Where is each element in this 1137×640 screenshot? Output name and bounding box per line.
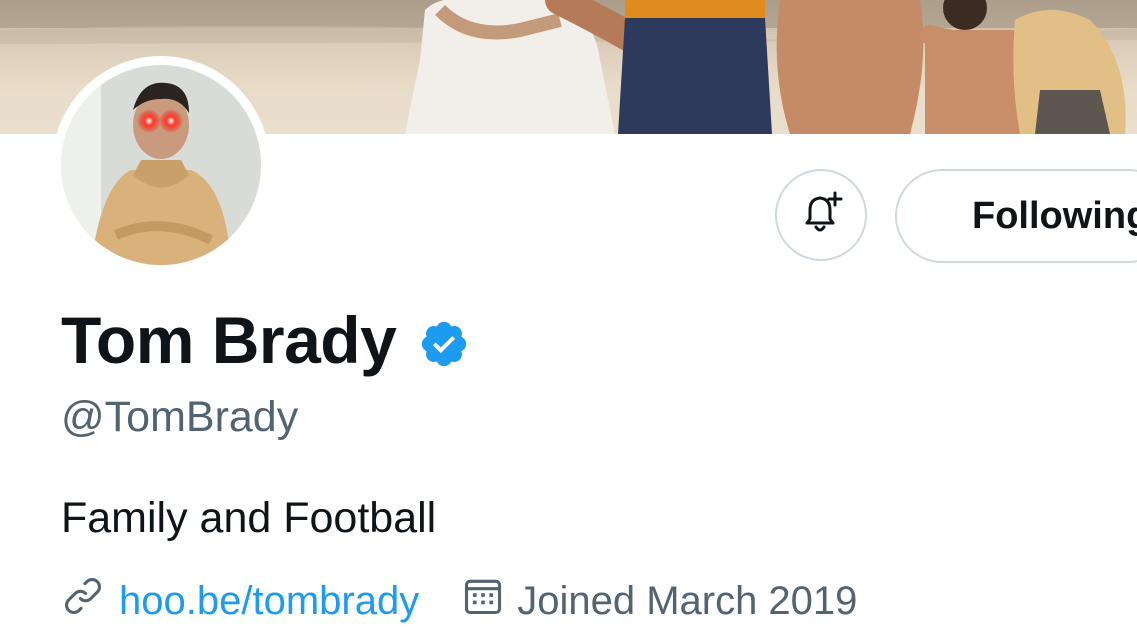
joined-date: Joined March 2019	[517, 578, 858, 623]
profile-handle: @TomBrady	[61, 393, 299, 441]
following-button-label: Following	[972, 195, 1137, 237]
profile-meta: hoo.be/tombrady Joined March 2019	[61, 576, 899, 626]
notifications-button[interactable]	[775, 169, 867, 261]
profile-name-row: Tom Brady	[61, 302, 470, 378]
calendar-icon	[461, 574, 505, 628]
verified-badge-icon[interactable]	[418, 318, 470, 370]
following-button[interactable]: Following	[895, 169, 1137, 263]
link-icon	[61, 574, 105, 628]
joined-item: Joined March 2019	[461, 574, 857, 628]
website-link[interactable]: hoo.be/tombrady	[119, 579, 419, 624]
bell-plus-icon	[797, 189, 845, 242]
display-name: Tom Brady	[61, 303, 397, 377]
profile-avatar[interactable]	[52, 56, 270, 274]
website-item: hoo.be/tombrady	[61, 574, 419, 628]
profile-bio: Family and Football	[61, 494, 437, 542]
